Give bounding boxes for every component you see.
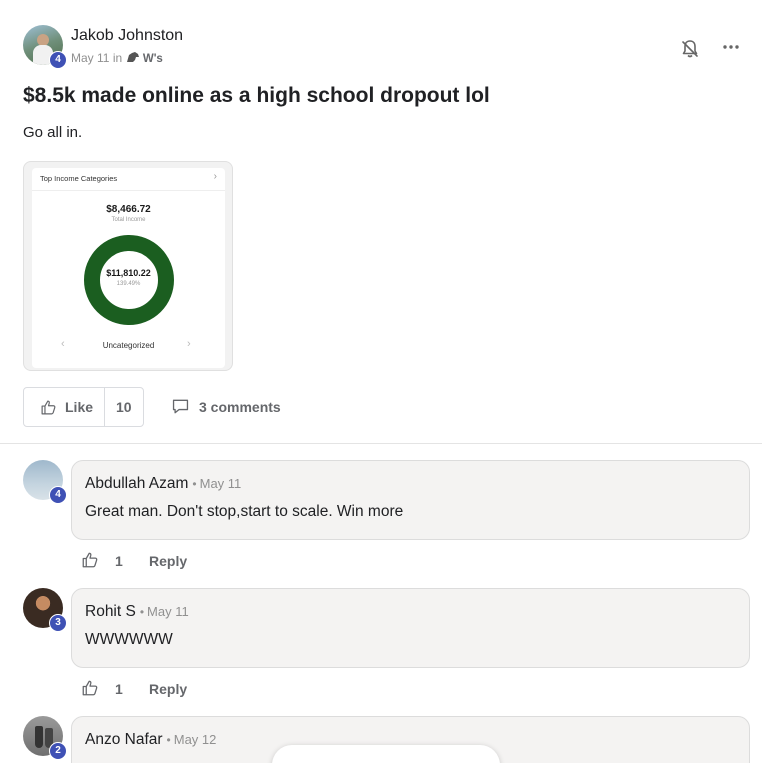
group-name[interactable]: W's — [143, 53, 163, 65]
commenter-level-badge: 3 — [49, 614, 67, 632]
donut-center-value: $11,810.22 — [106, 268, 151, 278]
comment-like-count: 1 — [115, 553, 123, 569]
comment-date: May 11 — [199, 476, 242, 491]
comment-item: 4 Abdullah Azam • May 11 Great man. Don't … — [23, 460, 750, 572]
post-in-label: in — [112, 51, 123, 65]
post-actions: Like 10 3 comments — [23, 387, 423, 427]
floating-comment-bar[interactable] — [272, 745, 500, 763]
commenter-name[interactable]: Rohit S — [85, 603, 136, 620]
group-icon — [126, 52, 139, 62]
comment-text: Great man. Don't stop,start to scale. Wi… — [85, 503, 404, 520]
post-date[interactable]: May 11 — [71, 51, 109, 65]
like-label: Like — [65, 399, 94, 415]
comment-date: May 11 — [147, 604, 189, 619]
author-name[interactable]: Jakob Johnston — [71, 27, 183, 45]
comments-button[interactable]: 3 comments — [169, 387, 299, 427]
like-count[interactable]: 10 — [116, 399, 132, 415]
comment-actions: 1 Reply — [81, 677, 281, 699]
thumbs-up-icon[interactable] — [81, 679, 99, 697]
chevron-right-icon: › — [187, 338, 191, 350]
comment-date: May 12 — [173, 732, 217, 747]
like-button[interactable]: Like — [24, 388, 105, 426]
card-divider — [32, 190, 225, 191]
section-divider — [0, 443, 762, 444]
chevron-right-icon: › — [213, 171, 217, 182]
commenter-level-badge: 2 — [49, 742, 67, 760]
comment-bubble-icon — [172, 399, 189, 414]
reply-button[interactable]: Reply — [149, 553, 187, 569]
more-horizontal-icon[interactable] — [719, 35, 743, 59]
comment-actions: 1 Reply — [81, 549, 281, 571]
comments-count-label: 3 comments — [199, 399, 281, 415]
comment-like-count: 1 — [115, 681, 123, 697]
post-image-attachment[interactable]: Top Income Categories › $8,466.72 Total … — [23, 161, 233, 371]
comment-text: WWWWWW — [85, 631, 173, 648]
total-income-label: Total Income — [111, 217, 146, 223]
like-button-group: Like 10 — [23, 387, 144, 427]
comment-item: 3 Rohit S • May 11 WWWWWW 1 Reply — [23, 588, 750, 700]
donut-center-percent: 139.49% — [116, 281, 141, 287]
thumbs-up-icon — [41, 400, 56, 415]
commenter-name[interactable]: Abdullah Azam — [85, 475, 188, 492]
comment-bubble: Abdullah Azam • May 11 Great man. Don't st… — [71, 460, 750, 540]
commenter-name[interactable]: Anzo Nafar — [85, 731, 163, 748]
post-header: 4 Jakob Johnston May 11 in W's — [23, 25, 743, 69]
thumbs-up-icon[interactable] — [81, 551, 99, 569]
post-body: Go all in. — [23, 124, 83, 141]
post-meta: May 11 in W's — [71, 51, 163, 65]
total-income-value: $8,466.72 — [106, 204, 151, 215]
commenter-level-badge: 4 — [49, 486, 67, 504]
income-donut-chart — [84, 235, 174, 325]
post-title: $8.5k made online as a high school dropo… — [23, 84, 490, 107]
author-level-badge: 4 — [49, 51, 67, 69]
income-screenshot: Top Income Categories › $8,466.72 Total … — [32, 168, 225, 368]
reply-button[interactable]: Reply — [149, 681, 187, 697]
comment-bubble: Rohit S • May 11 WWWWWW — [71, 588, 750, 668]
bell-off-icon[interactable] — [678, 37, 702, 61]
category-label: Uncategorized — [102, 341, 155, 350]
card-title: Top Income Categories — [40, 174, 118, 183]
